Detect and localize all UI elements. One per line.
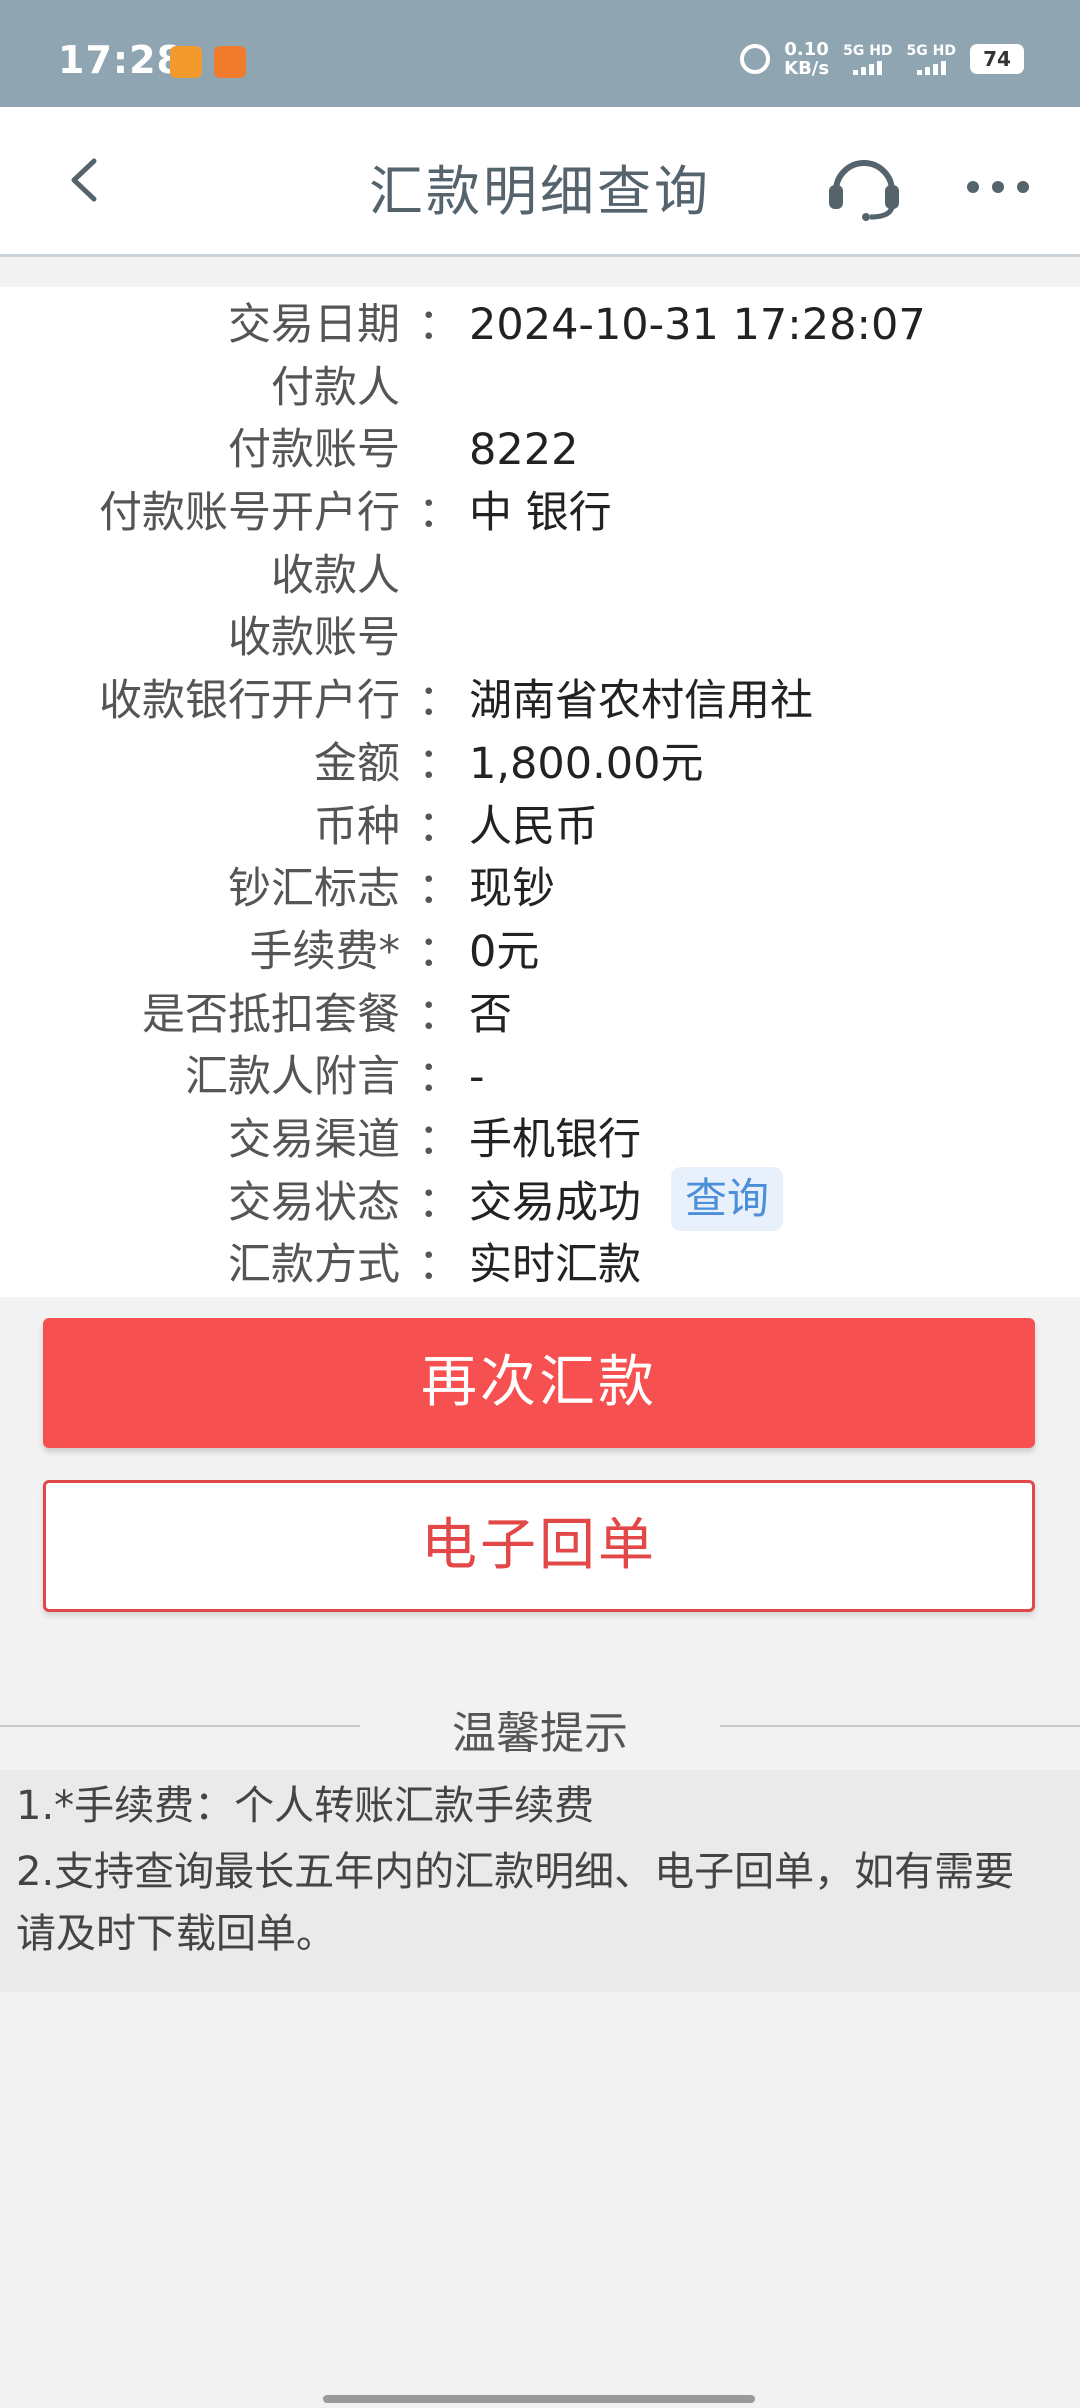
detail-label: 汇款方式 (228, 1240, 400, 1290)
detail-row-payer-account: 付款账号 8222 (0, 420, 1080, 480)
detail-value: 实时汇款 (469, 1240, 641, 1290)
app-notification-icon (214, 46, 246, 78)
more-options-icon[interactable] (966, 180, 1030, 194)
detail-colon: ： (418, 802, 461, 852)
sim2-label: 5G HD (906, 43, 956, 59)
detail-colon: ： (418, 927, 461, 977)
detail-value: 2024-10-31 17:28:07 (469, 300, 926, 350)
alarm-icon (740, 44, 771, 74)
detail-label: 付款账号 (228, 425, 400, 475)
tips-title: 温馨提示 (452, 1708, 628, 1759)
detail-row-payer: 付款人 (0, 358, 1080, 418)
detail-colon: ： (418, 739, 461, 789)
detail-label: 付款人 (271, 363, 400, 413)
app-notification-icon (170, 46, 202, 78)
tips-box: 1.*手续费：个人转账汇款手续费 2.支持查询最长五年内的汇款明细、电子回单，如… (0, 1770, 1080, 1992)
detail-row-channel: 交易渠道 ： 手机银行 (0, 1110, 1080, 1170)
signal-bars-icon (843, 59, 892, 75)
tip-line: 请及时下载回单。 (16, 1911, 336, 1957)
network-speed: 0.10 KB/s (784, 40, 829, 78)
battery-icon: 74 (970, 44, 1024, 74)
network-speed-unit: KB/s (784, 58, 830, 79)
detail-colon: ： (418, 1178, 461, 1228)
detail-colon: ： (418, 300, 461, 350)
detail-value: - (469, 1052, 485, 1102)
detail-label: 付款账号开户行 (99, 488, 400, 538)
detail-label: 交易日期 (228, 300, 400, 350)
clock: 17:28 (58, 38, 184, 82)
tip-line: 1.*手续费：个人转账汇款手续费 (16, 1783, 595, 1829)
detail-value-redacted: 8222 (469, 425, 579, 475)
detail-label: 交易状态 (228, 1178, 400, 1228)
detail-row-date: 交易日期 ： 2024-10-31 17:28:07 (0, 295, 1080, 355)
detail-value: 0元 (469, 927, 540, 977)
signal-sim2: 5G HD (907, 43, 956, 75)
detail-colon: ： (418, 990, 461, 1040)
detail-value: 手机银行 (469, 1115, 641, 1165)
detail-label: 币种 (314, 802, 400, 852)
network-speed-value: 0.10 (784, 39, 829, 60)
detail-label: 交易渠道 (228, 1115, 400, 1165)
detail-label: 收款人 (271, 551, 400, 601)
detail-colon: ： (418, 1240, 461, 1290)
sim1-label: 5G HD (843, 43, 893, 59)
detail-label: 汇款人附言 (185, 1052, 400, 1102)
detail-value: 交易成功 (469, 1178, 641, 1228)
detail-row-payer-bank: 付款账号开户行 ： 中 银行 (0, 483, 1080, 543)
signal-sim1: 5G HD (843, 43, 893, 75)
detail-value: 1,800.00元 (469, 739, 704, 789)
status-query-link[interactable]: 查询 (671, 1167, 783, 1231)
detail-row-cash-flag: 钞汇标志 ： 现钞 (0, 859, 1080, 919)
detail-row-payee: 收款人 (0, 546, 1080, 606)
detail-value: 人民币 (469, 802, 598, 852)
detail-row-currency: 币种 ： 人民币 (0, 797, 1080, 857)
detail-row-amount: 金额 ： 1,800.00元 (0, 734, 1080, 794)
detail-value: 湖南省农村信用社 (469, 676, 813, 726)
detail-row-payee-bank: 收款银行开户行 ： 湖南省农村信用社 (0, 671, 1080, 731)
detail-label: 收款银行开户行 (99, 676, 400, 726)
detail-colon: ： (418, 864, 461, 914)
detail-value: 现钞 (469, 864, 555, 914)
detail-colon: ： (418, 1052, 461, 1102)
e-receipt-button[interactable]: 电子回单 (43, 1480, 1035, 1612)
home-indicator[interactable] (323, 2395, 755, 2403)
transaction-details: 交易日期 ： 2024-10-31 17:28:07 付款人 付款账号 8222… (0, 287, 1080, 1297)
section-gap (0, 257, 1080, 287)
detail-colon: ： (418, 488, 461, 538)
detail-label: 金额 (314, 739, 400, 789)
detail-label: 手续费* (249, 927, 401, 977)
remit-again-button[interactable]: 再次汇款 (43, 1318, 1035, 1448)
detail-value: 否 (469, 990, 512, 1040)
detail-row-fee: 手续费* ： 0元 (0, 922, 1080, 982)
detail-row-status: 交易状态 ： 交易成功 查询 (0, 1167, 1080, 1233)
status-icons: 0.10 KB/s 5G HD 5G HD 74 (740, 40, 1024, 78)
detail-label: 是否抵扣套餐 (142, 990, 400, 1040)
detail-row-remitter-note: 汇款人附言 ： - (0, 1047, 1080, 1107)
signal-bars-icon (907, 59, 956, 75)
customer-service-headset-icon[interactable] (826, 151, 902, 221)
detail-colon: ： (418, 1115, 461, 1165)
detail-label: 收款账号 (228, 613, 400, 663)
page-title: 汇款明细查询 (369, 160, 711, 223)
detail-value-redacted: 中 银行 (469, 488, 612, 538)
detail-row-remit-method: 汇款方式 ： 实时汇款 (0, 1235, 1080, 1295)
detail-row-package-deduction: 是否抵扣套餐 ： 否 (0, 985, 1080, 1045)
app-header: 汇款明细查询 (0, 107, 1080, 257)
detail-label: 钞汇标志 (228, 864, 400, 914)
detail-row-payee-account: 收款账号 (0, 608, 1080, 668)
detail-colon: ： (418, 676, 461, 726)
tip-line: 2.支持查询最长五年内的汇款明细、电子回单，如有需要 (16, 1849, 1015, 1895)
status-bar: 17:28 0.10 KB/s 5G HD 5G HD 74 (0, 0, 1080, 107)
